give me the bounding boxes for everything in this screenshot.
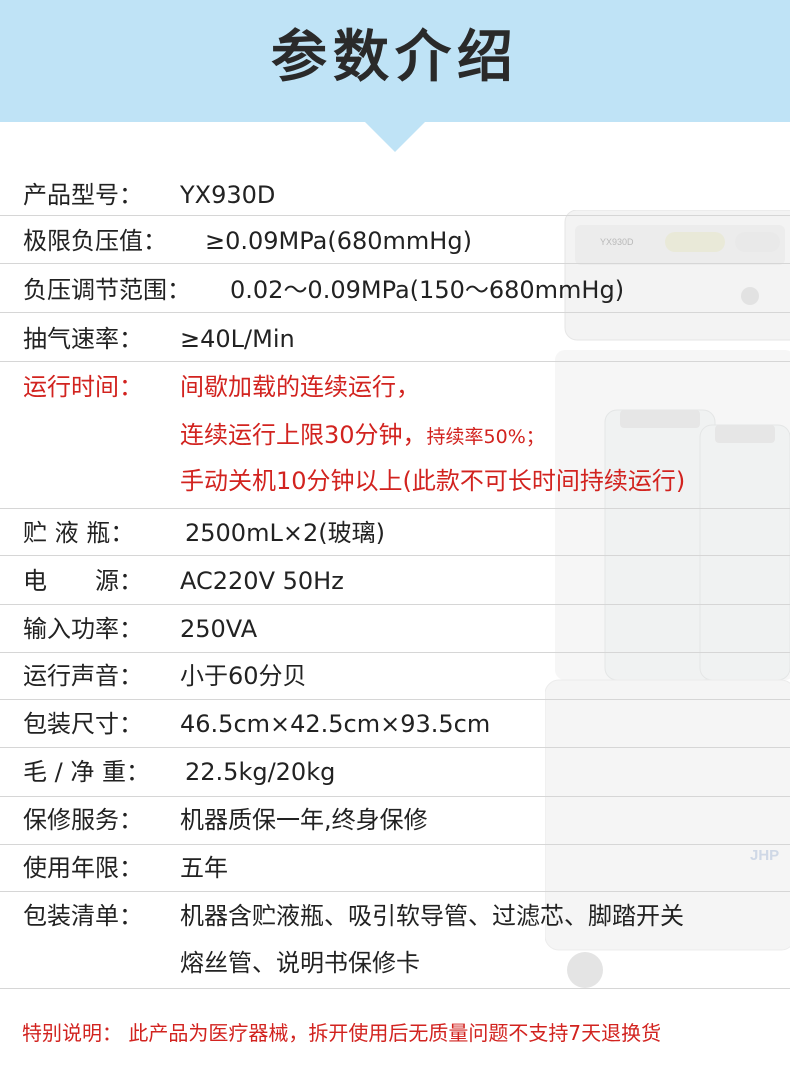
spec-value: 46.5cm×42.5cm×93.5cm — [180, 710, 491, 738]
spec-value: 2500mL×2(玻璃) — [185, 519, 385, 547]
spec-value: 机器质保一年,终身保修 — [180, 806, 428, 834]
spec-row-package-list: 包装清单： 机器含贮液瓶、吸引软导管、过滤芯、脚踏开关 熔丝管、说明书保修卡 — [0, 892, 790, 989]
spec-row-warranty: 保修服务： 机器质保一年,终身保修 — [0, 797, 790, 845]
spec-label: 保修服务： — [23, 806, 143, 834]
spec-value-line-2: 熔丝管、说明书保修卡 — [180, 949, 420, 977]
spec-label: 抽气速率： — [23, 325, 143, 353]
run-time-limit: 连续运行上限30分钟， — [180, 421, 427, 449]
spec-value: ≥40L/Min — [180, 325, 295, 353]
spec-label: 负压调节范围： — [23, 276, 191, 304]
spec-value-line-2: 连续运行上限30分钟，持续率50%； — [180, 420, 545, 452]
spec-row-pressure-range: 负压调节范围： 0.02～0.09MPa(150～680mmHg) — [0, 264, 790, 313]
spec-value: YX930D — [180, 181, 276, 209]
spec-label: 贮 液 瓶： — [23, 519, 135, 547]
spec-label: 运行时间： — [23, 373, 143, 401]
banner-pointer — [365, 122, 425, 152]
spec-value: 五年 — [180, 854, 228, 882]
spec-value: 250VA — [180, 615, 258, 643]
spec-label: 输入功率： — [23, 615, 143, 643]
spec-value: 0.02～0.09MPa(150～680mmHg) — [230, 276, 625, 304]
spec-label: 包装清单： — [23, 902, 143, 930]
spec-value-line-1: 间歇加载的连续运行， — [180, 373, 420, 401]
spec-label: 产品型号： — [23, 181, 143, 209]
spec-row-run-time: 运行时间： 间歇加载的连续运行， 连续运行上限30分钟，持续率50%； 手动关机… — [0, 362, 790, 509]
spec-label: 极限负压值： — [23, 227, 167, 255]
spec-row-package-size: 包装尺寸： 46.5cm×42.5cm×93.5cm — [0, 700, 790, 748]
header-banner: 参数介绍 — [0, 0, 790, 122]
spec-row-bottle: 贮 液 瓶： 2500mL×2(玻璃) — [0, 509, 790, 556]
special-notice: 特别说明： 此产品为医疗器械，拆开使用后无质量问题不支持7天退换货 — [22, 1021, 662, 1045]
spec-label: 包装尺寸： — [23, 710, 143, 738]
spec-row-model: 产品型号： YX930D — [0, 170, 790, 216]
spec-value-line-3: 手动关机10分钟以上(此款不可长时间持续运行) — [180, 467, 686, 495]
spec-label: 电 源： — [23, 567, 143, 595]
spec-value: 小于60分贝 — [180, 662, 307, 690]
spec-row-noise: 运行声音： 小于60分贝 — [0, 653, 790, 700]
spec-label: 使用年限： — [23, 854, 143, 882]
spec-row-max-pressure: 极限负压值： ≥0.09MPa(680mmHg) — [0, 215, 790, 264]
spec-value-line-1: 机器含贮液瓶、吸引软导管、过滤芯、脚踏开关 — [180, 902, 684, 930]
spec-label: 毛 / 净 重： — [23, 758, 150, 786]
spec-value: AC220V 50Hz — [180, 567, 344, 595]
spec-row-power: 电 源： AC220V 50Hz — [0, 556, 790, 605]
spec-value: 22.5kg/20kg — [185, 758, 336, 786]
spec-row-input-power: 输入功率： 250VA — [0, 605, 790, 653]
page-title: 参数介绍 — [271, 25, 519, 90]
spec-row-pump-rate: 抽气速率： ≥40L/Min — [0, 313, 790, 362]
spec-row-service-life: 使用年限： 五年 — [0, 845, 790, 892]
spec-row-weight: 毛 / 净 重： 22.5kg/20kg — [0, 748, 790, 797]
duty-cycle: 持续率50%； — [426, 426, 545, 448]
spec-value: ≥0.09MPa(680mmHg) — [205, 227, 472, 255]
spec-label: 运行声音： — [23, 662, 143, 690]
